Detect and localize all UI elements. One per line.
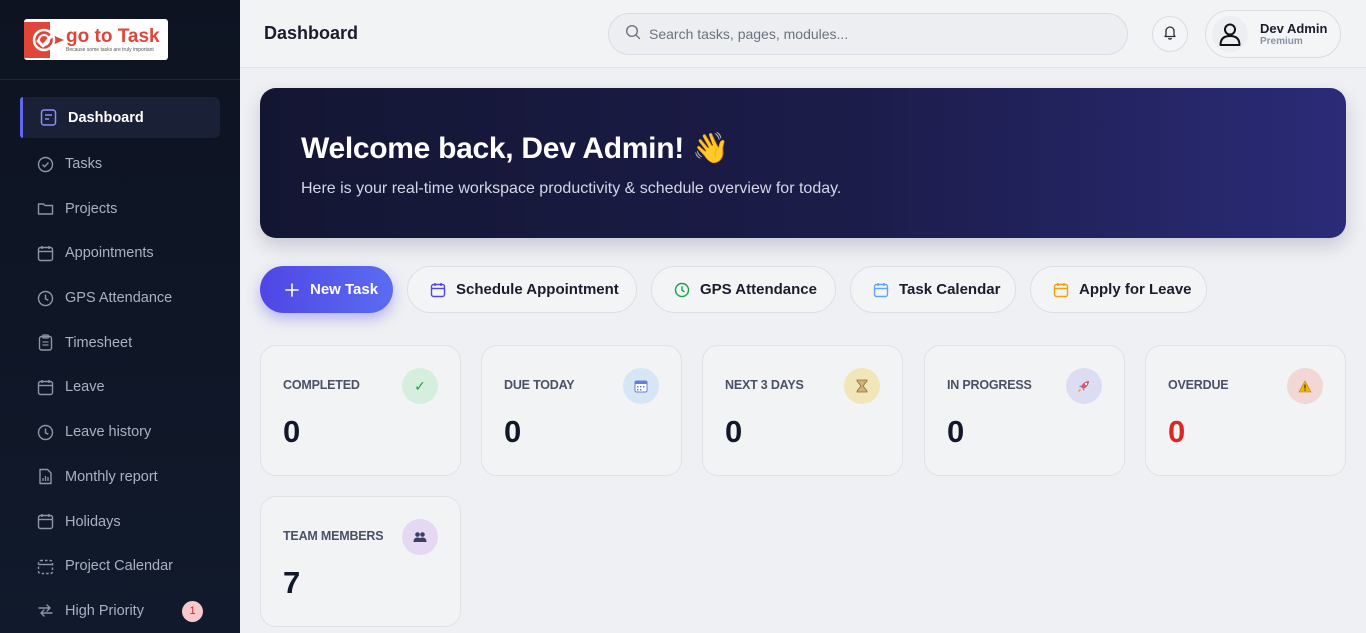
brand-logo[interactable]: go to Task Because some tasks are truly … [24,19,168,60]
new-task-label: New Task [310,281,379,298]
calendar-icon [37,379,54,396]
sidebar-item-leave-history[interactable]: Leave history [20,410,220,455]
stat-value: 7 [283,565,301,600]
calendar-icon [37,513,54,530]
stat-value: 0 [1168,414,1186,449]
new-task-button[interactable]: New Task [260,266,393,313]
clock-icon [37,290,54,307]
dashboard-icon [40,109,57,126]
sidebar-item-label: Appointments [65,245,154,262]
stat-card-due-today[interactable]: DUE TODAY 0 [481,345,682,476]
schedule-appointment-label: Schedule Appointment [456,281,619,298]
sidebar-item-label: Projects [65,200,118,217]
calendar-icon [623,368,659,404]
page-title: Dashboard [264,23,359,43]
stat-value: 0 [504,414,522,449]
schedule-appointment-button[interactable]: Schedule Appointment [407,266,637,313]
calendar-icon [37,245,54,262]
welcome-title: Welcome back, Dev Admin! 👋 [301,132,730,165]
sidebar-item-timesheet[interactable]: Timesheet [20,320,220,365]
notifications-button[interactable] [1152,16,1188,52]
sidebar-item-label: GPS Attendance [65,290,173,307]
stat-value: 0 [947,414,965,449]
sidebar-item-dashboard[interactable]: Dashboard [20,97,220,138]
stat-card-overdue[interactable]: OVERDUE 0 [1145,345,1346,476]
search-box[interactable] [608,13,1128,55]
sidebar-item-project-calendar[interactable]: Project Calendar [20,544,220,589]
sidebar-item-monthly-report[interactable]: Monthly report [20,455,220,500]
user-plan: Premium [1260,35,1303,47]
priority-count-badge: 1 [182,600,203,622]
stat-card-team-members[interactable]: TEAM MEMBERS 7 [260,496,461,627]
stat-card-completed[interactable]: COMPLETED ✓ 0 [260,345,461,476]
stat-value: 0 [283,414,301,449]
check-circle-icon [37,156,54,173]
stat-label: DUE TODAY [504,378,575,392]
arrows-icon [37,602,54,619]
stat-label: COMPLETED [283,378,360,392]
stat-label: NEXT 3 DAYS [725,378,804,392]
hourglass-icon [844,368,880,404]
logo-target-icon [24,19,68,60]
stat-card-in-progress[interactable]: IN PROGRESS 0 [924,345,1125,476]
folder-icon [37,200,54,217]
search-icon [625,24,641,45]
sidebar-item-label: Monthly report [65,468,158,485]
topbar: Dashboard Dev Admin Premium [240,0,1366,68]
sidebar-nav: Dashboard Tasks Projects Appointments GP… [20,97,220,633]
clock-icon [674,282,690,298]
task-calendar-button[interactable]: Task Calendar [850,266,1016,313]
sidebar-item-high-priority[interactable]: High Priority 1 [20,589,220,633]
calendar-dashed-icon [37,558,54,575]
user-menu[interactable]: Dev Admin Premium [1205,10,1341,58]
sidebar-item-gps-attendance[interactable]: GPS Attendance [20,276,220,321]
report-icon [37,468,54,485]
plus-icon [284,282,300,298]
gps-attendance-label: GPS Attendance [700,281,817,298]
sidebar-item-tasks[interactable]: Tasks [20,142,220,187]
sidebar-item-label: Dashboard [68,109,144,126]
stat-value: 0 [725,414,743,449]
welcome-subtitle: Here is your real-time workspace product… [301,180,842,197]
sidebar-item-label: Holidays [65,513,121,530]
calendar-icon [430,282,446,298]
sidebar-item-label: Leave history [65,424,152,441]
apply-leave-button[interactable]: Apply for Leave [1030,266,1207,313]
rocket-icon [1066,368,1102,404]
sidebar-item-label: Tasks [65,156,103,173]
welcome-banner: Welcome back, Dev Admin! 👋 Here is your … [260,88,1346,238]
warning-icon [1287,368,1323,404]
user-name: Dev Admin [1260,20,1328,36]
clock-icon [37,424,54,441]
clipboard-icon [37,334,54,351]
sidebar-item-label: High Priority [65,602,144,619]
sidebar-item-label: Timesheet [65,334,133,351]
user-icon [1219,23,1241,46]
calendar-icon [873,282,889,298]
task-calendar-label: Task Calendar [899,281,1001,298]
stat-card-next-3-days[interactable]: NEXT 3 DAYS 0 [702,345,903,476]
search-input[interactable] [649,26,1109,42]
apply-leave-label: Apply for Leave [1079,281,1192,298]
logo-area: go to Task Because some tasks are truly … [0,0,240,80]
sidebar-item-label: Project Calendar [65,558,173,575]
gps-attendance-button[interactable]: GPS Attendance [651,266,836,313]
stat-label: TEAM MEMBERS [283,529,384,543]
sidebar-item-projects[interactable]: Projects [20,186,220,231]
check-icon: ✓ [402,368,438,404]
sidebar-item-label: Leave [65,379,105,396]
stat-label: IN PROGRESS [947,378,1032,392]
brand-name: go to Task [66,25,160,47]
users-icon [402,519,438,555]
brand-tagline: Because some tasks are truly important [66,46,154,53]
stat-label: OVERDUE [1168,378,1229,392]
bell-icon [1162,24,1178,45]
sidebar-item-holidays[interactable]: Holidays [20,499,220,544]
avatar [1212,16,1248,52]
sidebar-item-leave[interactable]: Leave [20,365,220,410]
sidebar: go to Task Because some tasks are truly … [0,0,240,633]
calendar-icon [1053,282,1069,298]
sidebar-item-appointments[interactable]: Appointments [20,231,220,276]
